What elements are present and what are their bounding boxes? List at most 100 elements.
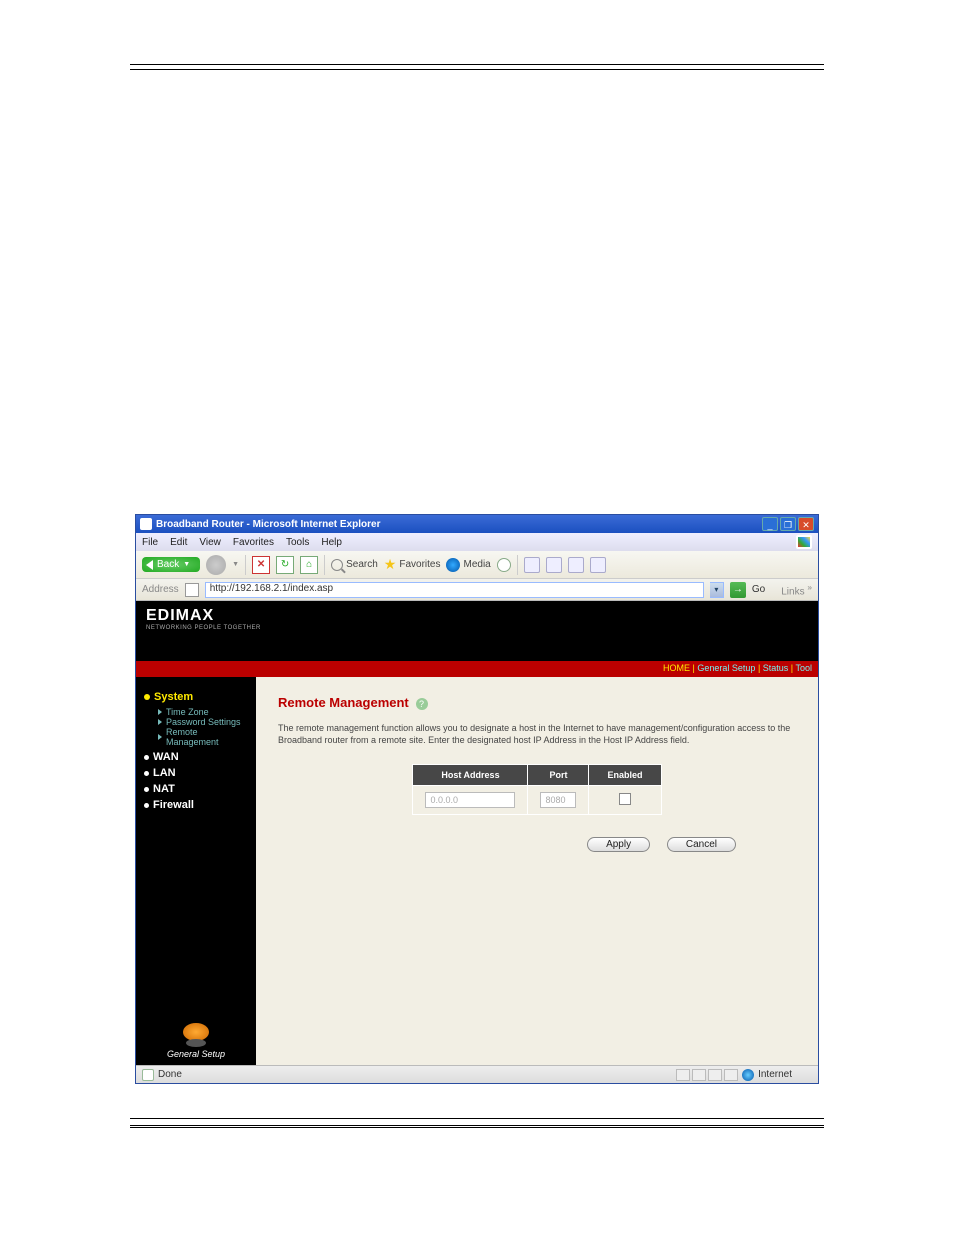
search-label: Search <box>346 559 378 570</box>
print-button[interactable] <box>546 557 562 573</box>
col-header-enabled: Enabled <box>589 765 661 786</box>
help-icon[interactable]: ? <box>416 698 428 710</box>
nav-tool[interactable]: Tool <box>795 663 812 673</box>
bullet-icon <box>144 755 149 760</box>
port-input[interactable] <box>540 792 576 808</box>
back-dropdown-icon[interactable]: ▼ <box>183 561 190 568</box>
sidebar-item-password[interactable]: Password Settings <box>158 717 248 727</box>
history-button[interactable] <box>497 558 511 572</box>
search-button[interactable]: Search <box>331 559 378 571</box>
edit-button[interactable] <box>568 557 584 573</box>
rule-top-2 <box>130 69 824 70</box>
media-label: Media <box>463 559 490 570</box>
go-button[interactable]: → <box>730 582 746 598</box>
dot-icon <box>144 694 150 700</box>
mail-button[interactable] <box>524 557 540 573</box>
internet-zone-icon <box>742 1069 754 1081</box>
menu-bar: File Edit View Favorites Tools Help <box>136 533 818 551</box>
sidebar-label-firewall: Firewall <box>153 799 194 811</box>
favorites-label: Favorites <box>399 559 440 570</box>
window-title: Broadband Router - Microsoft Internet Ex… <box>156 519 762 530</box>
nav-general-setup[interactable]: General Setup <box>697 663 755 673</box>
page-description: The remote management function allows yo… <box>278 722 796 746</box>
sidebar-item-remote-management[interactable]: Remote Management <box>158 727 248 747</box>
sidebar-item-time-zone[interactable]: Time Zone <box>158 707 248 717</box>
minimize-button[interactable]: _ <box>762 517 778 531</box>
sidebar-label-system: System <box>154 691 193 703</box>
star-icon: ★ <box>384 556 397 573</box>
sidebar-item-nat[interactable]: NAT <box>144 783 248 795</box>
address-dropdown-icon[interactable]: ▾ <box>710 582 724 598</box>
window-buttons: _ ❐ ✕ <box>762 517 814 531</box>
general-setup-badge: General Setup <box>136 1023 256 1059</box>
menu-help[interactable]: Help <box>321 537 342 548</box>
apply-button[interactable]: Apply <box>587 837 650 852</box>
host-address-input[interactable] <box>425 792 515 808</box>
media-icon <box>446 558 460 572</box>
forward-button[interactable] <box>206 555 226 575</box>
sidebar-item-lan[interactable]: LAN <box>144 767 248 779</box>
sidebar-label-lan: LAN <box>153 767 176 779</box>
page-icon <box>185 583 199 597</box>
home-button[interactable]: ⌂ <box>300 556 318 574</box>
menu-favorites[interactable]: Favorites <box>233 537 274 548</box>
bullet-icon <box>144 771 149 776</box>
back-label: Back <box>157 559 179 570</box>
button-row: Apply Cancel <box>278 837 796 852</box>
address-input[interactable]: http://192.168.2.1/index.asp <box>205 582 704 598</box>
rule-bottom-1 <box>130 1118 824 1119</box>
toolbar-separator-2 <box>324 555 325 575</box>
triangle-icon <box>158 719 162 725</box>
forward-dropdown-icon[interactable]: ▼ <box>232 561 239 568</box>
shadow-icon <box>186 1039 206 1047</box>
col-header-host: Host Address <box>413 765 528 786</box>
brand-logo: EDIMAX <box>146 607 808 625</box>
toolbar-separator-1 <box>245 555 246 575</box>
status-box <box>724 1069 738 1081</box>
stop-button[interactable]: ✕ <box>252 556 270 574</box>
top-nav-bar: HOME | General Setup | Status | Tool <box>136 661 818 677</box>
status-box <box>676 1069 690 1081</box>
cancel-button[interactable]: Cancel <box>667 837 736 852</box>
sidebar-label-nat: NAT <box>153 783 175 795</box>
rule-top-1 <box>130 64 824 65</box>
sidebar-item-wan[interactable]: WAN <box>144 751 248 763</box>
browser-window: Broadband Router - Microsoft Internet Ex… <box>135 514 819 1084</box>
close-button[interactable]: ✕ <box>798 517 814 531</box>
nav-status[interactable]: Status <box>763 663 789 673</box>
back-button[interactable]: Back ▼ <box>142 557 200 572</box>
links-label[interactable]: Links » <box>781 582 812 597</box>
remote-management-table: Host Address Port Enabled <box>412 764 661 815</box>
general-setup-label: General Setup <box>136 1049 256 1059</box>
sidebar-label-remote: Remote Management <box>166 727 248 747</box>
nav-sep-2: | <box>755 663 762 673</box>
refresh-button[interactable]: ↻ <box>276 556 294 574</box>
sidebar-label-timezone: Time Zone <box>166 707 209 717</box>
menu-tools[interactable]: Tools <box>286 537 309 548</box>
blank-space <box>130 74 824 514</box>
content-area: System Time Zone Password Settings Remot… <box>136 677 818 1065</box>
bullet-icon <box>144 787 149 792</box>
nav-home[interactable]: HOME <box>663 663 690 673</box>
status-box <box>692 1069 706 1081</box>
favorites-button[interactable]: ★Favorites <box>384 556 441 573</box>
sidebar-item-system[interactable]: System <box>144 691 248 703</box>
menu-file[interactable]: File <box>142 537 158 548</box>
back-arrow-icon <box>146 560 153 570</box>
status-boxes <box>676 1069 738 1081</box>
go-label: Go <box>752 584 765 595</box>
main-panel: Remote Management ? The remote managemen… <box>256 677 818 1065</box>
search-icon <box>331 559 343 571</box>
menu-view[interactable]: View <box>199 537 221 548</box>
menu-edit[interactable]: Edit <box>170 537 187 548</box>
media-button[interactable]: Media <box>446 558 490 572</box>
maximize-button[interactable]: ❐ <box>780 517 796 531</box>
router-header: EDIMAX NETWORKING PEOPLE TOGETHER HOME |… <box>136 601 818 677</box>
sidebar-label-wan: WAN <box>153 751 179 763</box>
sidebar-item-firewall[interactable]: Firewall <box>144 799 248 811</box>
discuss-button[interactable] <box>590 557 606 573</box>
enabled-checkbox[interactable] <box>619 793 631 805</box>
logo-bar: EDIMAX NETWORKING PEOPLE TOGETHER <box>136 601 818 661</box>
toolbar: Back ▼ ▼ ✕ ↻ ⌂ Search ★Favorites Media <box>136 551 818 579</box>
triangle-icon <box>158 734 162 740</box>
